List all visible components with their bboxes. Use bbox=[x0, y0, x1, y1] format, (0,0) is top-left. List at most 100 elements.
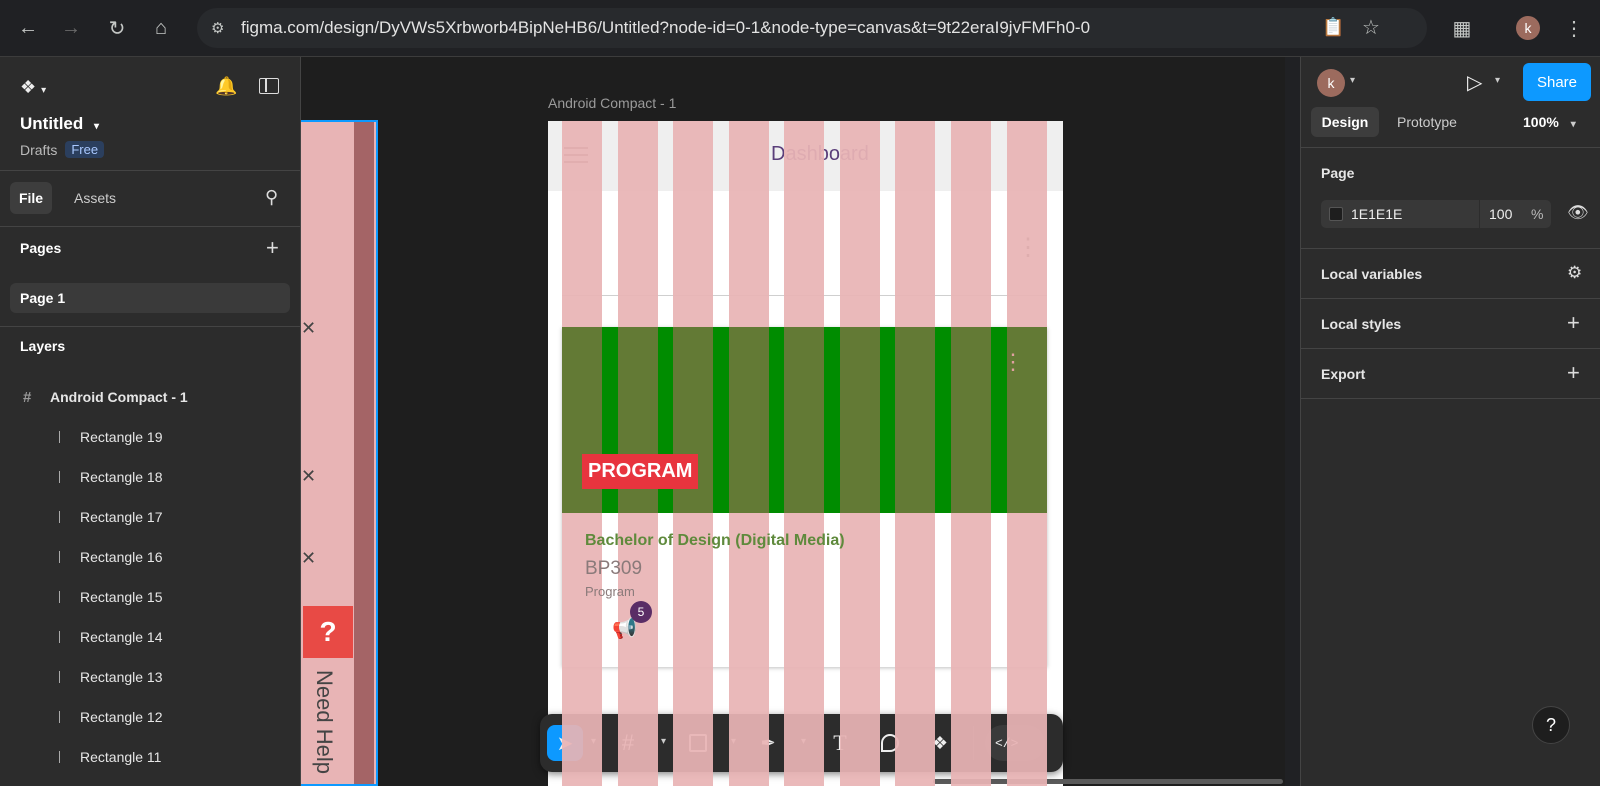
layer-frame[interactable]: # Android Compact - 1 bbox=[0, 377, 300, 417]
bookmark-star-icon[interactable]: ☆ bbox=[1362, 15, 1380, 40]
program-type: Program bbox=[585, 584, 635, 599]
layer-item[interactable]: Rectangle 17 bbox=[0, 497, 300, 537]
page-opacity[interactable]: 100 bbox=[1489, 206, 1512, 222]
divider bbox=[0, 170, 300, 171]
rectangle-layer-icon bbox=[59, 591, 60, 603]
canvas-horizontal-scrollbar[interactable] bbox=[933, 779, 1283, 784]
add-export-icon[interactable]: + bbox=[1567, 362, 1580, 384]
tab-assets[interactable]: Assets bbox=[74, 190, 116, 206]
frame-icon: # bbox=[23, 388, 32, 406]
browser-menu-icon[interactable]: ⋮ bbox=[1560, 14, 1588, 42]
rectangle-layer-icon bbox=[59, 711, 60, 723]
close-icon[interactable]: ✕ bbox=[301, 318, 316, 339]
chevron-down-icon[interactable]: ▾ bbox=[661, 736, 666, 747]
side-frame-scrollbar[interactable] bbox=[354, 122, 374, 784]
chevron-down-icon[interactable]: ▾ bbox=[1350, 75, 1355, 86]
bottom-toolbar: ➤ ▾ # ▾ ▾ ✒ ▾ T ❖ </> bbox=[540, 714, 1063, 772]
export-title[interactable]: Export bbox=[1321, 366, 1365, 382]
program-code: BP309 bbox=[585, 558, 643, 579]
url-text[interactable]: figma.com/design/DyVWs5Xrbworb4BipNeHB6/… bbox=[241, 18, 1090, 38]
layer-label: Rectangle 19 bbox=[80, 429, 163, 445]
layer-item[interactable]: Rectangle 19 bbox=[0, 417, 300, 457]
address-bar[interactable]: ⚙ figma.com/design/DyVWs5Xrbworb4BipNeHB… bbox=[197, 8, 1427, 48]
browser-profile-avatar[interactable]: k bbox=[1516, 16, 1540, 40]
site-settings-icon[interactable]: ⚙ bbox=[211, 19, 224, 37]
divider bbox=[0, 226, 300, 227]
hamburger-menu-icon[interactable] bbox=[564, 147, 588, 163]
search-icon[interactable]: ⚲ bbox=[265, 187, 278, 208]
chevron-down-icon[interactable]: ▾ bbox=[731, 736, 736, 747]
forward-icon[interactable]: → bbox=[57, 14, 85, 42]
chevron-down-icon[interactable]: ▾ bbox=[1571, 119, 1576, 130]
dev-mode-toggle-icon[interactable]: </> bbox=[985, 725, 1045, 761]
add-style-icon[interactable]: + bbox=[1567, 312, 1580, 334]
help-button[interactable]: ? bbox=[1532, 706, 1570, 744]
comment-tool-icon[interactable] bbox=[872, 725, 908, 761]
frame-label[interactable]: Android Compact - 1 bbox=[548, 95, 676, 111]
file-location: Drafts Free bbox=[20, 141, 105, 158]
figma-menu-icon[interactable]: ❖ ▾ bbox=[20, 77, 46, 98]
rectangle-tool-icon[interactable] bbox=[680, 725, 716, 761]
program-card[interactable]: ⋮ PROGRAM Bachelor of Design (Digital Me… bbox=[562, 327, 1047, 667]
layer-item[interactable]: Rectangle 12 bbox=[0, 697, 300, 737]
drafts-label[interactable]: Drafts bbox=[20, 142, 57, 158]
move-tool-icon[interactable]: ➤ bbox=[547, 725, 583, 761]
more-options-icon[interactable]: ⋮ bbox=[1016, 233, 1040, 262]
rectangle-layer-icon bbox=[59, 471, 60, 483]
clipboard-icon[interactable]: 📋 bbox=[1322, 17, 1344, 38]
tab-file[interactable]: File bbox=[10, 182, 52, 214]
file-name[interactable]: Untitled ▾ bbox=[20, 114, 99, 134]
tab-prototype[interactable]: Prototype bbox=[1397, 114, 1457, 130]
add-page-icon[interactable]: + bbox=[266, 237, 279, 259]
chevron-down-icon[interactable]: ▾ bbox=[801, 736, 806, 747]
layer-item[interactable]: Rectangle 11 bbox=[0, 737, 300, 777]
user-avatar[interactable]: k bbox=[1317, 69, 1345, 97]
divider bbox=[0, 326, 300, 327]
extensions-icon[interactable]: ▦ bbox=[1448, 14, 1476, 42]
visibility-eye-icon[interactable]: 👁 bbox=[1567, 203, 1589, 223]
zoom-level[interactable]: 100% ▾ bbox=[1523, 114, 1576, 130]
divider bbox=[1301, 348, 1600, 349]
back-icon[interactable]: ← bbox=[14, 14, 42, 42]
text-tool-icon[interactable]: T bbox=[822, 725, 858, 761]
variables-settings-icon[interactable]: ⚙ bbox=[1567, 263, 1582, 283]
home-icon[interactable]: ⌂ bbox=[147, 14, 175, 42]
side-frame[interactable]: ✕ ✕ ✕ ? Need Help bbox=[301, 120, 378, 786]
local-styles-title[interactable]: Local styles bbox=[1321, 316, 1401, 332]
layer-item[interactable]: Rectangle 15 bbox=[0, 577, 300, 617]
page-color-field[interactable]: 1E1E1E 100 % bbox=[1321, 200, 1551, 228]
design-canvas[interactable]: ✕ ✕ ✕ ? Need Help Android Compact - 1 Da… bbox=[301, 57, 1285, 786]
panel-toggle-icon[interactable] bbox=[259, 78, 279, 94]
close-icon[interactable]: ✕ bbox=[301, 466, 316, 487]
card-more-icon[interactable]: ⋮ bbox=[1002, 349, 1024, 375]
layer-item[interactable]: Rectangle 14 bbox=[0, 617, 300, 657]
tab-design[interactable]: Design bbox=[1311, 107, 1379, 137]
share-button[interactable]: Share bbox=[1523, 63, 1591, 101]
color-swatch[interactable] bbox=[1329, 207, 1343, 221]
android-frame[interactable]: Dashboard ⋮ ⋮ PROGRAM Bachelor of Design… bbox=[548, 121, 1063, 786]
chevron-down-icon[interactable]: ▾ bbox=[591, 736, 596, 747]
pen-tool-icon[interactable]: ✒ bbox=[750, 725, 786, 761]
chevron-down-icon[interactable]: ▾ bbox=[1495, 75, 1500, 86]
frame-tool-icon[interactable]: # bbox=[610, 725, 646, 761]
layer-item[interactable]: Rectangle 18 bbox=[0, 457, 300, 497]
local-variables-title[interactable]: Local variables bbox=[1321, 266, 1422, 282]
help-button-icon[interactable]: ? bbox=[303, 606, 353, 658]
layer-item[interactable]: Rectangle 16 bbox=[0, 537, 300, 577]
app-title: Dashboard bbox=[771, 143, 869, 165]
divider bbox=[1301, 147, 1600, 148]
present-play-icon[interactable]: ▷ bbox=[1467, 70, 1482, 95]
actions-tool-icon[interactable]: ❖ bbox=[922, 725, 958, 761]
rectangle-layer-icon bbox=[59, 751, 60, 763]
close-icon[interactable]: ✕ bbox=[301, 548, 316, 569]
chevron-down-icon[interactable]: ▾ bbox=[94, 121, 99, 132]
program-name[interactable]: Bachelor of Design (Digital Media) bbox=[585, 532, 845, 550]
page-item-page-1[interactable]: Page 1 bbox=[10, 283, 290, 313]
reload-icon[interactable]: ↻ bbox=[103, 14, 131, 42]
layer-item[interactable]: Rectangle 13 bbox=[0, 657, 300, 697]
divider-line bbox=[562, 295, 1047, 296]
pages-title: Pages bbox=[20, 240, 62, 256]
plan-badge: Free bbox=[65, 141, 105, 158]
notifications-icon[interactable]: 🔔 bbox=[215, 76, 237, 97]
page-color-hex[interactable]: 1E1E1E bbox=[1351, 206, 1402, 222]
